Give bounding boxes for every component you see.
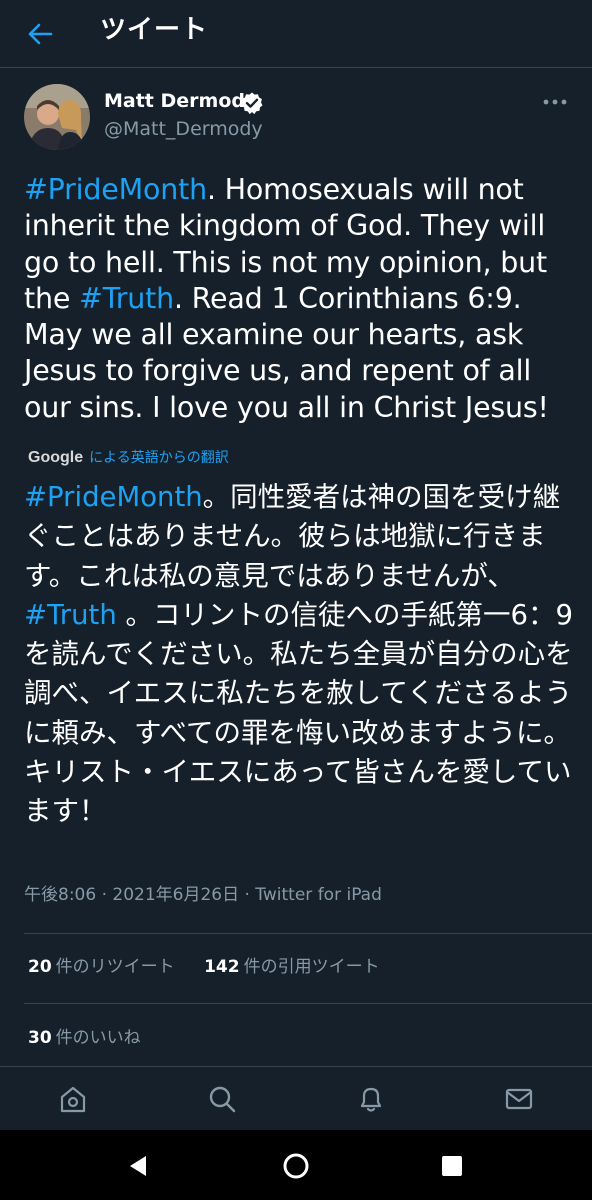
divider: [24, 933, 592, 934]
tweet-timestamp: 午後8:06 · 2021年6月26日 · Twitter for iPad: [24, 885, 382, 905]
back-triangle-icon[interactable]: [124, 1152, 152, 1180]
author-name[interactable]: Matt Dermody: [104, 88, 257, 114]
home-icon[interactable]: [57, 1083, 89, 1115]
likes-count: 30: [28, 1028, 52, 1048]
retweets-count: 20: [28, 957, 52, 977]
translated-text: #PrideMonth。同性愛者は神の国を受け継ぐことはありません。彼らは地獄に…: [24, 478, 576, 832]
back-button[interactable]: [22, 16, 58, 52]
likes-link[interactable]: 30 件のいいね: [28, 1028, 141, 1048]
hashtag-pridemonth[interactable]: #PrideMonth: [24, 481, 203, 513]
quotes-count: 142: [204, 957, 240, 977]
avatar[interactable]: [24, 84, 90, 150]
quotes-label: 件の引用ツイート: [243, 957, 380, 977]
hashtag-pridemonth[interactable]: #PrideMonth: [24, 173, 207, 206]
divider: [24, 1003, 592, 1004]
author-handle[interactable]: @Matt_Dermody: [104, 116, 263, 142]
notifications-bell-icon[interactable]: [355, 1083, 387, 1115]
recents-square-icon[interactable]: [438, 1152, 466, 1180]
translation-attribution: Google による英語からの翻訳: [28, 448, 229, 468]
retweets-label: 件のリツイート: [55, 957, 175, 977]
system-navigation-bar: [0, 1130, 592, 1200]
translation-label[interactable]: による英語からの翻訳: [89, 448, 229, 468]
retweet-stats: 20 件のリツイート 142 件の引用ツイート: [28, 955, 380, 979]
profile-photo-icon: [24, 84, 90, 150]
bottom-navigation: [0, 1066, 592, 1130]
likes-label: 件のいいね: [55, 1028, 141, 1048]
likes-stats: 30 件のいいね: [28, 1026, 141, 1050]
top-bar: ツイート: [0, 0, 592, 68]
arrow-left-icon: [28, 23, 53, 45]
hashtag-truth[interactable]: #Truth: [79, 282, 174, 315]
page-title: ツイート: [100, 15, 209, 45]
google-logo: Google: [28, 449, 84, 466]
quotes-link[interactable]: 142 件の引用ツイート: [204, 957, 380, 977]
verified-badge-icon: [241, 92, 263, 115]
hashtag-truth[interactable]: #Truth: [24, 599, 117, 631]
home-circle-icon[interactable]: [282, 1152, 310, 1180]
tweet-text: #PrideMonth. Homosexuals will not inheri…: [24, 172, 576, 426]
messages-envelope-icon[interactable]: [503, 1083, 535, 1115]
search-icon[interactable]: [206, 1083, 238, 1115]
more-options-icon[interactable]: [540, 94, 570, 110]
translated-text-segment: 。コリントの信徒への手紙第一6：9を読んでください。私たち全員が自分の心を調べ、…: [24, 598, 573, 828]
retweets-link[interactable]: 20 件のリツイート: [28, 957, 175, 977]
